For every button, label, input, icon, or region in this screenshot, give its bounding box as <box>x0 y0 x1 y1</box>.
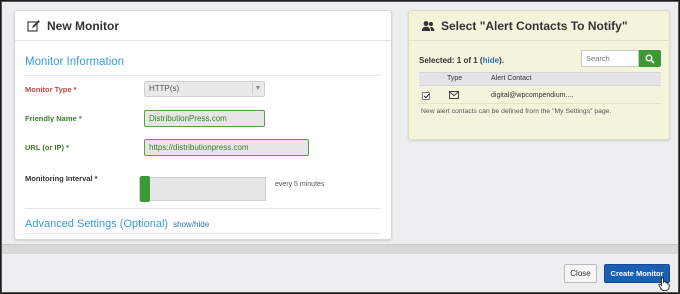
advanced-settings-title: Advanced Settings (Optional) <box>25 218 169 230</box>
divider <box>25 75 381 76</box>
edit-icon <box>27 19 41 33</box>
monitor-type-value: HTTP(s) <box>149 84 180 93</box>
contact-checkbox[interactable] <box>422 92 430 100</box>
panel-title: Select "Alert Contacts To Notify" <box>441 18 628 33</box>
new-monitor-header: New Monitor <box>15 11 391 41</box>
modal-footer-divider <box>2 244 678 254</box>
url-label: URL (or IP) * <box>25 143 70 152</box>
alert-contacts-note: New alert contacts can be defined from t… <box>421 108 612 115</box>
new-monitor-panel: New Monitor Monitor Information Monitor … <box>14 10 392 240</box>
table-header: Type Alert Contact <box>419 72 661 86</box>
column-alert-contact: Alert Contact <box>491 75 532 82</box>
hide-link[interactable]: hide <box>483 56 499 65</box>
column-type: Type <box>447 75 463 82</box>
friendly-name-input[interactable] <box>144 110 265 127</box>
divider <box>25 208 381 209</box>
advanced-settings: Advanced Settings (Optional) show/hide <box>25 218 209 230</box>
alert-contact-value: digital@wpcompendium.... <box>491 92 574 99</box>
alert-contacts-panel: Select "Alert Contacts To Notify" Select… <box>408 10 670 140</box>
alert-contacts-header: Select "Alert Contacts To Notify" <box>409 11 669 41</box>
panel-title: New Monitor <box>47 18 119 33</box>
divider <box>25 233 381 234</box>
slider-handle[interactable] <box>140 176 150 202</box>
selected-count: Selected: 1 of 1 (hide). <box>419 56 504 65</box>
close-button[interactable]: Close <box>564 264 597 283</box>
search-icon <box>645 53 655 64</box>
users-icon <box>421 19 435 33</box>
interval-note: every 5 minutes <box>275 181 325 188</box>
search-input[interactable] <box>581 50 639 67</box>
modal-frame: New Monitor Monitor Information Monitor … <box>1 1 679 293</box>
show-hide-link[interactable]: show/hide <box>173 220 209 229</box>
url-input[interactable] <box>144 139 309 156</box>
search-button[interactable] <box>639 50 661 67</box>
monitor-type-label: Monitor Type * <box>25 85 77 94</box>
hand-cursor-icon <box>658 277 670 293</box>
monitoring-interval-label: Monitoring Interval * <box>25 174 98 183</box>
chevron-down-icon: ▼ <box>252 83 263 95</box>
friendly-name-label: Friendly Name * <box>25 114 82 123</box>
section-title-monitor-info: Monitor Information <box>25 56 125 68</box>
table-row: digital@wpcompendium.... <box>419 88 661 104</box>
interval-slider[interactable] <box>139 176 266 202</box>
envelope-icon <box>449 91 459 101</box>
monitor-type-select[interactable]: HTTP(s) ▼ <box>144 81 265 97</box>
